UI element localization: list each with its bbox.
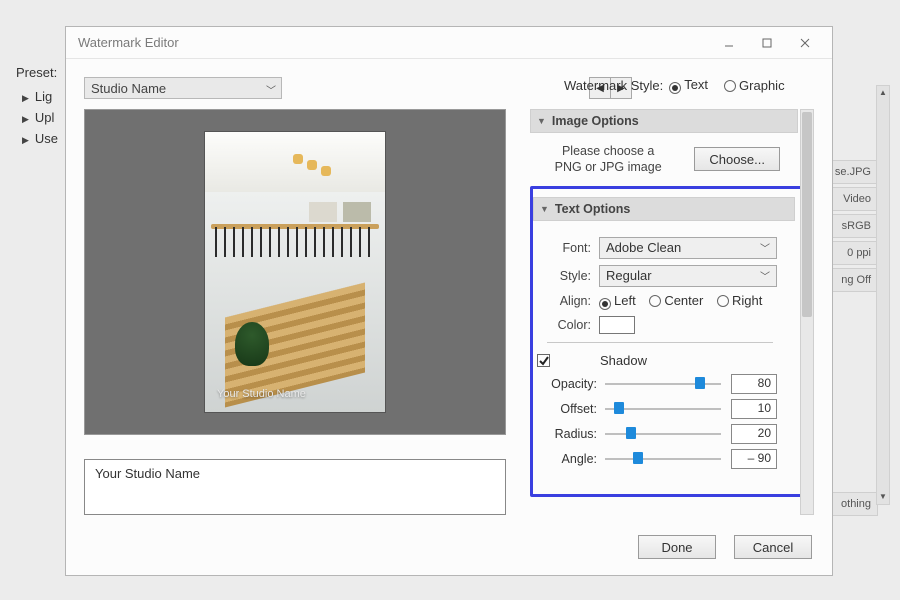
chevron-down-icon: ﹀ (760, 268, 770, 283)
preset-list: Lig Upl Use (22, 86, 58, 149)
opacity-slider[interactable] (605, 375, 721, 393)
panel-scrollbar[interactable] (800, 109, 814, 515)
chevron-down-icon: ﹀ (760, 240, 770, 255)
preset-item[interactable]: Upl (22, 107, 58, 128)
radio-on-icon (669, 82, 681, 94)
image-options-message: Please choose a PNG or JPG image (540, 143, 676, 176)
preset-item[interactable]: Use (22, 128, 58, 149)
watermark-style-graphic-radio[interactable]: Graphic (724, 78, 785, 93)
scroll-track[interactable] (877, 100, 889, 118)
radius-slider[interactable] (605, 425, 721, 443)
style-label: Style: (543, 269, 599, 283)
disclosure-triangle-icon: ▼ (537, 116, 546, 126)
shadow-label: Shadow (600, 353, 647, 368)
disclosure-triangle-icon: ▼ (540, 204, 549, 214)
opacity-value[interactable]: 80 (731, 374, 777, 394)
offset-label: Offset: (543, 402, 605, 416)
color-label: Color: (543, 318, 599, 332)
preset-item[interactable]: Lig (22, 86, 58, 107)
radius-value[interactable]: 20 (731, 424, 777, 444)
dialog-title: Watermark Editor (74, 35, 710, 50)
choose-image-button[interactable]: Choose... (694, 147, 780, 171)
preview-watermark-text: Your Studio Name (217, 388, 306, 400)
angle-value[interactable]: – 90 (731, 449, 777, 469)
maximize-button[interactable] (748, 28, 786, 58)
offset-slider[interactable] (605, 400, 721, 418)
text-options-highlight: ▼ Text Options Font: Adobe Clean﹀ Style:… (530, 186, 810, 497)
align-center-radio[interactable]: Center (649, 293, 703, 308)
radio-off-icon (717, 295, 729, 307)
minimize-button[interactable] (710, 28, 748, 58)
watermark-preview: Your Studio Name (84, 109, 506, 435)
radio-off-icon (649, 295, 661, 307)
radio-off-icon (724, 80, 736, 92)
style-select[interactable]: Regular﹀ (599, 265, 777, 287)
separator (547, 342, 773, 343)
radius-label: Radius: (543, 427, 605, 441)
watermark-text-input[interactable]: Your Studio Name (84, 459, 506, 515)
font-label: Font: (543, 241, 599, 255)
scroll-down-icon[interactable]: ▼ (877, 490, 889, 504)
close-button[interactable] (786, 28, 824, 58)
font-select[interactable]: Adobe Clean﹀ (599, 237, 777, 259)
color-well[interactable] (599, 316, 635, 334)
preset-label: Preset: (16, 65, 57, 80)
angle-label: Angle: (543, 452, 605, 466)
angle-slider[interactable] (605, 450, 721, 468)
image-options-header[interactable]: ▼ Image Options (530, 109, 798, 133)
align-right-radio[interactable]: Right (717, 293, 762, 308)
scrollbar-thumb[interactable] (802, 112, 812, 317)
text-options-header[interactable]: ▼ Text Options (533, 197, 795, 221)
watermark-editor-dialog: Watermark Editor Studio Name ﹀ ◀ ▶ Water… (65, 26, 833, 576)
titlebar[interactable]: Watermark Editor (66, 27, 832, 59)
watermark-style-label: Watermark Style: (564, 78, 663, 93)
shadow-checkbox[interactable] (537, 354, 550, 367)
image-options-title: Image Options (552, 114, 639, 128)
align-left-radio[interactable]: Left (599, 293, 636, 308)
preview-photo: Your Studio Name (205, 132, 385, 412)
bg-scrollbar[interactable]: ▲ ▼ (876, 85, 890, 505)
cancel-button[interactable]: Cancel (734, 535, 812, 559)
radio-on-icon (599, 298, 611, 310)
watermark-preset-value: Studio Name (91, 81, 166, 96)
text-options-title: Text Options (555, 202, 630, 216)
opacity-label: Opacity: (543, 377, 605, 391)
offset-value[interactable]: 10 (731, 399, 777, 419)
chevron-down-icon: ﹀ (266, 82, 276, 97)
watermark-style-text-radio[interactable]: Text (669, 77, 708, 94)
scroll-up-icon[interactable]: ▲ (877, 86, 889, 100)
watermark-preset-select[interactable]: Studio Name ﹀ (84, 77, 282, 99)
align-label: Align: (543, 294, 599, 308)
done-button[interactable]: Done (638, 535, 716, 559)
